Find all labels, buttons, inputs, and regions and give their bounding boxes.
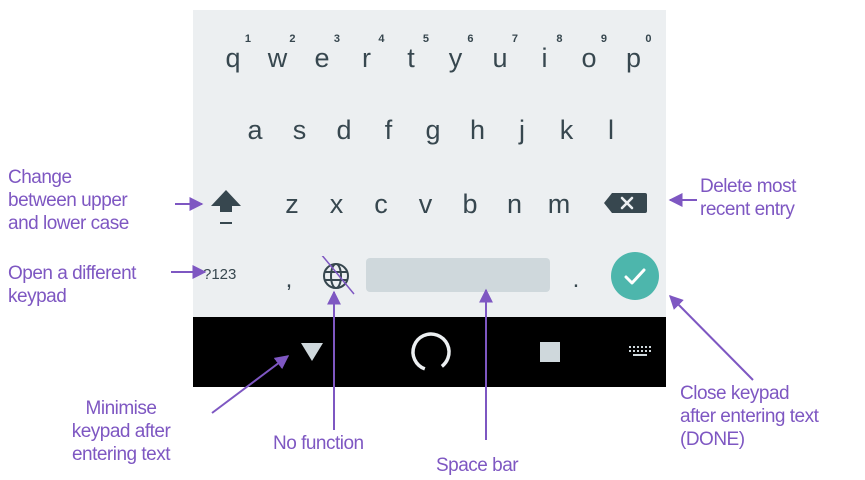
key-label: l (608, 115, 614, 145)
annotation-change-case: Change between upper and lower case (8, 167, 129, 234)
globe-icon (315, 247, 355, 295)
done-button[interactable] (611, 252, 659, 300)
key-k[interactable]: k (547, 110, 587, 150)
key-w[interactable]: w2 (258, 34, 298, 78)
backspace-icon (604, 193, 647, 213)
back-triangle-icon[interactable] (299, 340, 325, 364)
key-hint-number: 3 (333, 33, 340, 45)
annotation-space-bar: Space bar (436, 455, 519, 476)
key-d[interactable]: d (324, 110, 364, 150)
key-label: f (384, 115, 393, 145)
keyboard: q1w2e3r4t5y6u7i8o9p0 asd f gh j k l zxcvbnm ?… (193, 10, 666, 317)
key-g[interactable]: g (413, 110, 453, 150)
key-label: v (418, 189, 433, 219)
key-f[interactable]: f (369, 110, 409, 150)
key-label: s (292, 115, 307, 145)
key-hint-number: 2 (289, 33, 296, 45)
checkmark-icon (624, 268, 646, 285)
key-p[interactable]: p0 (614, 34, 654, 78)
key-b[interactable]: b (450, 184, 490, 224)
key-r[interactable]: r4 (347, 34, 387, 78)
key-m[interactable]: m (539, 184, 579, 224)
key-hint-number: 9 (600, 33, 607, 45)
key-h[interactable]: h (458, 110, 498, 150)
key-label: d (336, 115, 352, 145)
key-hint-number: 0 (645, 33, 652, 45)
globe-key[interactable] (315, 247, 356, 296)
key-q[interactable]: q1 (213, 34, 253, 78)
annotation-open-keypad: Open a different keypad (8, 263, 136, 307)
comma-key[interactable]: , (274, 260, 304, 300)
delete-key[interactable] (601, 188, 651, 218)
key-hint-number: 8 (556, 33, 563, 45)
key-hint-number: 6 (467, 33, 474, 45)
key-s[interactable]: s (280, 110, 320, 150)
period-key-label: . (572, 266, 580, 293)
key-t[interactable]: t5 (391, 34, 431, 78)
key-u[interactable]: u7 (480, 34, 520, 78)
key-x[interactable]: x (317, 184, 357, 224)
key-label: b (462, 189, 478, 219)
key-label: a (247, 115, 263, 145)
key-label: g (425, 115, 441, 145)
key-l[interactable]: l (591, 110, 631, 150)
key-label: n (506, 189, 523, 219)
period-key[interactable]: . (561, 260, 591, 300)
shift-key[interactable] (201, 182, 251, 232)
annotation-delete: Delete most recent entry (700, 176, 796, 220)
key-a[interactable]: a (235, 110, 275, 150)
key-j[interactable]: j (502, 110, 542, 150)
annotation-close-keypad: Close keypad after entering text (DONE) (680, 383, 819, 450)
key-hint-number: 5 (422, 33, 429, 45)
key-o[interactable]: o9 (569, 34, 609, 78)
key-z[interactable]: z (272, 184, 312, 224)
key-hint-number: 7 (511, 33, 518, 45)
arrow-close-keypad (669, 295, 754, 381)
key-label: j (519, 115, 525, 145)
key-n[interactable]: n (495, 184, 535, 224)
key-c[interactable]: c (361, 184, 401, 224)
annotation-minimise: Minimise keypad after entering text (71, 398, 171, 465)
key-v[interactable]: v (406, 184, 446, 224)
key-hint-number: 4 (378, 33, 385, 45)
key-label: m (547, 189, 571, 219)
comma-key-label: , (285, 266, 293, 293)
home-circle-icon[interactable] (408, 329, 454, 375)
key-label: c (374, 189, 388, 219)
key-label: h (469, 115, 486, 145)
symbols-key[interactable]: ?123 (203, 260, 253, 290)
navigation-bar (193, 317, 666, 387)
symbols-key-label: ?123 (203, 266, 237, 283)
key-label: z (285, 189, 299, 219)
key-i[interactable]: i8 (525, 34, 565, 78)
key-hint-number: 1 (244, 33, 251, 45)
space-bar[interactable] (366, 258, 550, 292)
key-y[interactable]: y6 (436, 34, 476, 78)
key-label: x (329, 189, 344, 219)
recents-square-icon[interactable] (539, 341, 561, 363)
keyboard-switch-icon[interactable] (628, 345, 652, 359)
annotation-no-function: No function (273, 433, 364, 454)
shift-arrow-icon (211, 190, 241, 224)
key-e[interactable]: e3 (302, 34, 342, 78)
key-label: k (559, 115, 574, 145)
